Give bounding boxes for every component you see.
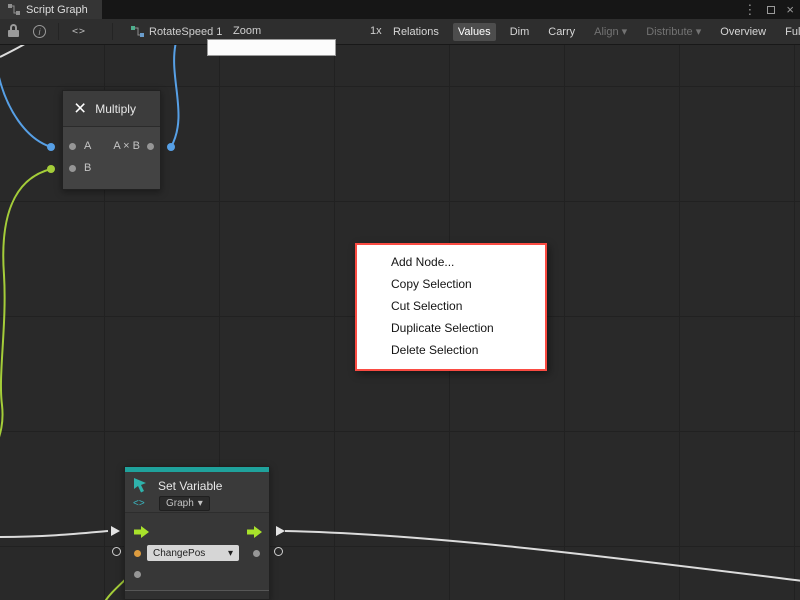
window-controls: ⋮ × (743, 0, 794, 19)
wire-end-dot-blue[interactable] (167, 143, 175, 151)
wire-arrowhead[interactable] (111, 526, 120, 536)
values-button[interactable]: Values (453, 23, 496, 41)
menu-item-delete-selection[interactable]: Delete Selection (357, 339, 545, 361)
tab-title: Script Graph (26, 4, 88, 16)
port-b-dot[interactable] (69, 165, 76, 172)
align-button[interactable]: Align ▾ (589, 22, 632, 41)
menu-item-add-node[interactable]: Add Node... (357, 251, 545, 273)
menu-item-copy-selection[interactable]: Copy Selection (357, 273, 545, 295)
node-title: Multiply (95, 102, 136, 116)
wire-end-dot-green[interactable] (47, 165, 55, 173)
wire-white-input[interactable] (0, 531, 108, 537)
menu-item-cut-selection[interactable]: Cut Selection (357, 295, 545, 317)
port-row-a: A A × B (63, 135, 160, 157)
code-icon[interactable]: <> (72, 19, 86, 44)
port-a-label: A (84, 140, 91, 152)
wire-end-dot-blue[interactable] (47, 143, 55, 151)
variable-dropdown[interactable]: ChangePos ▾ (147, 545, 239, 561)
kebab-menu-icon[interactable]: ⋮ (743, 2, 756, 18)
relations-button[interactable]: Relations (388, 23, 444, 41)
wire-arrowhead[interactable] (276, 526, 285, 536)
chevron-down-icon: ▾ (696, 26, 702, 38)
node-multiply-header[interactable]: × Multiply (63, 91, 160, 127)
unconnected-port-ring[interactable] (112, 547, 121, 556)
lock-icon[interactable] (8, 24, 19, 37)
distribute-button[interactable]: Distribute ▾ (641, 22, 706, 41)
variable-name-port-dot[interactable] (134, 550, 141, 557)
node-multiply-body: A A × B B (63, 127, 160, 189)
graph-canvas[interactable]: × Multiply A A × B B (0, 45, 800, 600)
node-title: Set Variable (158, 479, 222, 493)
chevron-down-icon: ▾ (622, 26, 628, 38)
close-icon[interactable]: × (786, 2, 794, 17)
divider (112, 23, 113, 40)
window-tab-bar: Script Graph ⋮ × (0, 0, 800, 19)
wire-blue-input[interactable] (0, 73, 51, 147)
carry-button[interactable]: Carry (543, 23, 580, 41)
port-out-dot[interactable] (147, 143, 154, 150)
node-set-variable[interactable]: <> Set Variable Graph ▾ ChangePos ▾ (124, 466, 270, 600)
unity-graph-window: Script Graph ⋮ × i <> RotateSpeed 1 Zoom (0, 0, 800, 600)
dim-button[interactable]: Dim (505, 23, 535, 41)
unconnected-port-ring[interactable] (274, 547, 283, 556)
wire-white-output[interactable] (285, 531, 800, 581)
graph-toolbar: i <> RotateSpeed 1 Zoom 1x Relations Val… (0, 19, 800, 45)
variable-scope-dropdown[interactable]: Graph ▾ (159, 496, 210, 511)
port-out-label: A × B (113, 140, 140, 152)
zoom-value: 1x (370, 19, 382, 44)
toolbar-buttons: Relations Values Dim Carry Align ▾ Distr… (388, 19, 800, 44)
chevron-down-icon: ▾ (228, 548, 233, 559)
wire-green-left[interactable] (0, 169, 51, 443)
wire-blue-output[interactable] (171, 45, 179, 147)
tab-script-graph[interactable]: Script Graph (0, 0, 102, 19)
full-screen-button[interactable]: Full Screen (780, 23, 800, 41)
divider (58, 23, 59, 40)
inline-edit-box[interactable] (207, 39, 336, 56)
script-graph-icon (8, 4, 20, 15)
value-out-port-dot[interactable] (253, 550, 260, 557)
maximize-icon[interactable] (767, 6, 775, 14)
context-menu: Add Node... Copy Selection Cut Selection… (355, 243, 547, 371)
graph-asset-icon (131, 26, 144, 37)
wire-white-topleft[interactable] (0, 45, 28, 57)
port-row-b: B (63, 157, 160, 179)
chevron-down-icon: ▾ (198, 498, 203, 509)
overview-button[interactable]: Overview (715, 23, 771, 41)
port-b-label: B (84, 162, 91, 174)
info-icon[interactable]: i (33, 25, 46, 38)
flow-in-arrow[interactable] (134, 526, 149, 538)
multiply-icon: × (74, 98, 86, 119)
value-in-port-dot[interactable] (134, 571, 141, 578)
node-multiply[interactable]: × Multiply A A × B B (62, 90, 161, 190)
set-variable-icon: <> (133, 477, 151, 509)
svg-text:<>: <> (133, 498, 145, 509)
flow-out-arrow[interactable] (247, 526, 262, 538)
port-a-dot[interactable] (69, 143, 76, 150)
node-set-variable-header[interactable]: <> Set Variable Graph ▾ (125, 472, 269, 513)
node-section-edge (125, 590, 269, 599)
menu-item-duplicate-selection[interactable]: Duplicate Selection (357, 317, 545, 339)
graph-name: RotateSpeed 1 (149, 26, 222, 38)
